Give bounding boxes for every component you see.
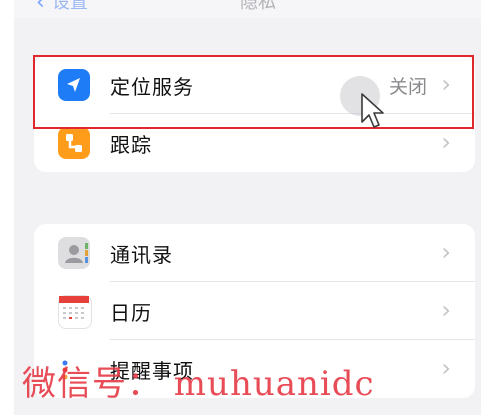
settings-row-contacts[interactable]: 通讯录 › [34,224,475,282]
chevron-right-icon: › [441,354,451,382]
contacts-label: 通讯录 [110,243,173,267]
back-chevron-icon[interactable]: ‹ [36,0,45,15]
calendar-icon [58,295,92,329]
watermark-text: 微信号： muhuanidc [22,364,375,404]
calendar-label: 日历 [110,301,152,325]
contacts-icon [58,237,90,269]
navigation-bar: ‹ 设置 隐私 [14,0,481,18]
settings-row-calendar[interactable]: 日历 › [34,282,475,340]
screen-border-right [481,0,495,415]
chevron-right-icon: › [441,128,451,156]
back-button[interactable]: 设置 [52,0,88,14]
chevron-right-icon: › [441,238,451,266]
tracking-label: 跟踪 [110,133,152,157]
mouse-pointer-icon [361,93,384,128]
page-title: 隐私 [240,0,276,13]
tracking-icon [58,127,90,159]
screen-border-left [0,0,14,415]
highlight-annotation-box [33,55,474,129]
chevron-right-icon: › [441,296,451,324]
